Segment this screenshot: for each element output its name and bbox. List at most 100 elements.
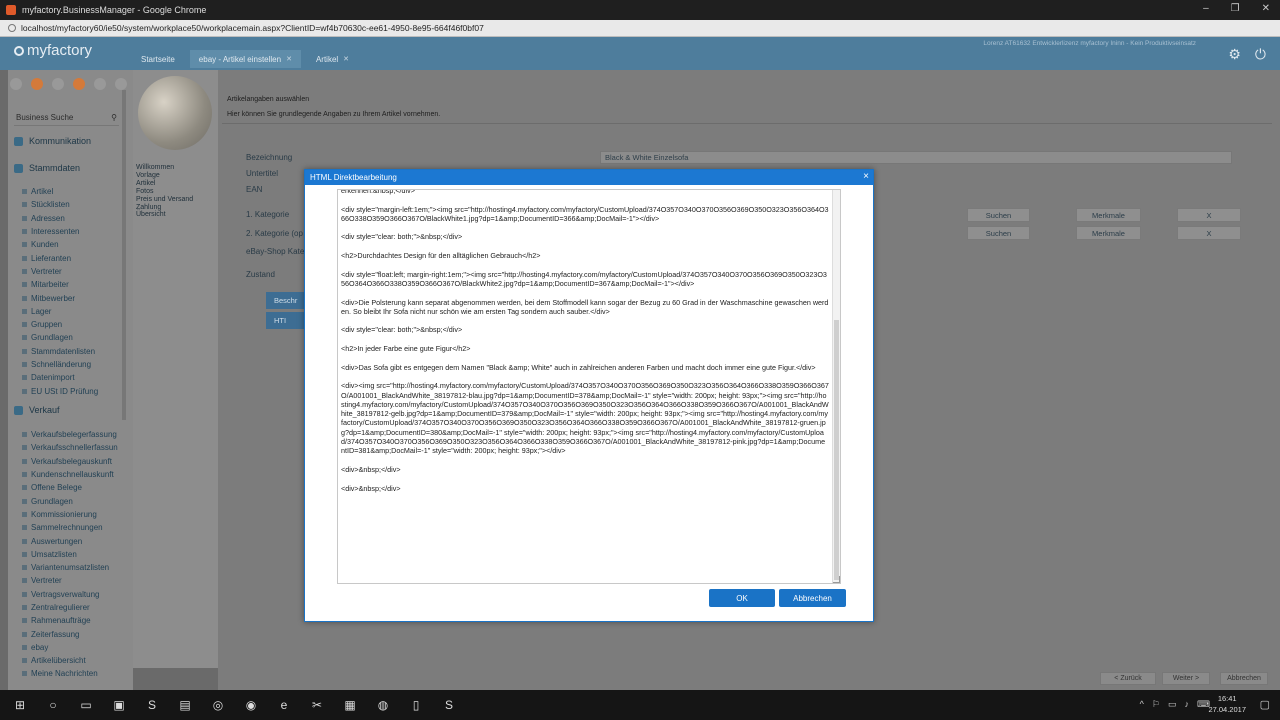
battery-icon[interactable]: ▭ bbox=[1168, 699, 1177, 710]
section-verkauf[interactable]: Verkauf bbox=[14, 405, 60, 415]
volume-icon[interactable]: ♪ bbox=[1185, 699, 1190, 710]
sidebar-item[interactable]: ebay bbox=[22, 641, 118, 654]
sidebar-item[interactable]: Schnelländerung bbox=[22, 358, 98, 371]
ok-button[interactable]: OK bbox=[709, 589, 775, 607]
editor-scrollbar[interactable] bbox=[832, 190, 840, 583]
html-source-textarea[interactable]: erkennen.&nbsp;</div> <div style="margin-… bbox=[337, 189, 841, 584]
maximize-icon[interactable]: ❐ bbox=[1231, 3, 1240, 14]
sidebar-item[interactable]: Artikel bbox=[22, 185, 98, 198]
url-text[interactable]: localhost/myfactory60/ie50/system/workpl… bbox=[21, 23, 484, 33]
sidebar-item[interactable]: Stücklisten bbox=[22, 198, 98, 211]
sidebar-item[interactable]: Kundenschnellauskunft bbox=[22, 468, 118, 481]
remove-button-1[interactable]: X bbox=[1177, 208, 1241, 222]
firefox-icon[interactable]: ◉ bbox=[241, 696, 261, 714]
sidebar-item[interactable]: Datenimport bbox=[22, 371, 98, 384]
sidebar-item[interactable]: Rahmenaufträge bbox=[22, 614, 118, 627]
wizard-step[interactable]: Vorlage bbox=[136, 172, 193, 180]
app-logo[interactable]: myfactory bbox=[14, 42, 92, 59]
html-source-content[interactable]: erkennen.&nbsp;</div> <div style="margin-… bbox=[341, 190, 829, 502]
store-icon[interactable]: ▣ bbox=[109, 696, 129, 714]
wizard-step[interactable]: Preis und Versand bbox=[136, 196, 193, 204]
notification-icon[interactable] bbox=[31, 78, 43, 90]
page-info-icon[interactable] bbox=[8, 24, 16, 32]
app-icon[interactable]: ◍ bbox=[373, 696, 393, 714]
beschreibung-button[interactable]: Beschr bbox=[266, 292, 308, 309]
suchen-button-1[interactable]: Suchen bbox=[967, 208, 1030, 222]
sidebar-item[interactable]: Artikelübersicht bbox=[22, 654, 118, 667]
sidebar-item[interactable]: Meine Nachrichten bbox=[22, 667, 118, 680]
sidebar-item[interactable]: Sammelrechnungen bbox=[22, 521, 118, 534]
skype-icon[interactable]: S bbox=[142, 696, 162, 714]
bezeichnung-input[interactable]: Black & White Einzelsofa bbox=[600, 151, 1232, 164]
chevron-up-icon[interactable]: ^ bbox=[1140, 699, 1144, 710]
tab-startseite[interactable]: Startseite bbox=[132, 50, 184, 68]
tool-icon[interactable] bbox=[115, 78, 127, 90]
task-view-icon[interactable]: ▭ bbox=[76, 696, 96, 714]
wizard-step[interactable]: Übersicht bbox=[136, 211, 193, 219]
sidebar-item[interactable]: Kommissionierung bbox=[22, 508, 118, 521]
app-icon[interactable]: ▦ bbox=[340, 696, 360, 714]
merkmale-button-2[interactable]: Merkmale bbox=[1076, 226, 1141, 240]
sidebar-scrollbar[interactable] bbox=[122, 90, 126, 420]
tool-icon[interactable]: ✂ bbox=[307, 696, 327, 714]
business-search[interactable]: Business Suche ⚲ bbox=[14, 110, 119, 126]
explorer-icon[interactable]: ▤ bbox=[175, 696, 195, 714]
sidebar-item[interactable]: Stammdatenlisten bbox=[22, 345, 98, 358]
section-kommunikation[interactable]: Kommunikation bbox=[14, 136, 91, 146]
tool-icon[interactable] bbox=[52, 78, 64, 90]
address-bar[interactable]: localhost/myfactory60/ie50/system/workpl… bbox=[0, 20, 1280, 37]
tab-artikel[interactable]: Artikel ✕ bbox=[307, 50, 358, 68]
edge-icon[interactable]: e bbox=[274, 696, 294, 714]
wizard-step[interactable]: Fotos bbox=[136, 188, 193, 196]
wizard-step[interactable]: Willkommen bbox=[136, 164, 193, 172]
sidebar-item[interactable]: Umsatzlisten bbox=[22, 548, 118, 561]
sidebar-item[interactable]: Zentralregulierer bbox=[22, 601, 118, 614]
skype-business-icon[interactable]: S bbox=[439, 696, 459, 714]
remove-button-2[interactable]: X bbox=[1177, 226, 1241, 240]
sidebar-item[interactable]: Mitarbeiter bbox=[22, 278, 98, 291]
search-icon[interactable]: ⚲ bbox=[111, 113, 117, 122]
tab-close-icon[interactable]: ✕ bbox=[343, 55, 349, 63]
windows-start-icon[interactable]: ⊞ bbox=[10, 696, 30, 714]
tool-icon[interactable] bbox=[10, 78, 22, 90]
clock[interactable]: 16:41 27.04.2017 bbox=[1208, 693, 1246, 715]
close-window-icon[interactable]: ✕ bbox=[1262, 3, 1270, 14]
tab-ebay-artikel-einstellen[interactable]: ebay - Artikel einstellen ✕ bbox=[189, 50, 301, 68]
weiter-button[interactable]: Weiter > bbox=[1162, 672, 1210, 685]
sidebar-item[interactable]: Auswertungen bbox=[22, 534, 118, 547]
suchen-button-2[interactable]: Suchen bbox=[967, 226, 1030, 240]
sidebar-item[interactable]: Lieferanten bbox=[22, 251, 98, 264]
sidebar-item[interactable]: Vertragsverwaltung bbox=[22, 588, 118, 601]
sidebar-item[interactable]: Mitbewerber bbox=[22, 291, 98, 304]
cancel-button[interactable]: Abbrechen bbox=[779, 589, 846, 607]
network-icon[interactable]: ⚐ bbox=[1152, 699, 1160, 710]
sidebar-item[interactable]: Offene Belege bbox=[22, 481, 118, 494]
sidebar-item[interactable]: Lager bbox=[22, 305, 98, 318]
zurueck-button[interactable]: < Zurück bbox=[1100, 672, 1156, 685]
sidebar-item[interactable]: Verkaufsbelegauskunft bbox=[22, 455, 118, 468]
tab-close-icon[interactable]: ✕ bbox=[286, 55, 292, 63]
sidebar-item[interactable]: Verkaufsbelegerfassung bbox=[22, 428, 118, 441]
sidebar-item[interactable]: Grundlagen bbox=[22, 494, 118, 507]
scrollbar-thumb[interactable] bbox=[834, 320, 839, 580]
sidebar-item[interactable]: Grundlagen bbox=[22, 331, 98, 344]
resize-handle[interactable] bbox=[833, 576, 840, 583]
dialog-close-icon[interactable]: × bbox=[863, 171, 869, 182]
section-stammdaten[interactable]: Stammdaten bbox=[14, 163, 80, 173]
sidebar-item[interactable]: Kunden bbox=[22, 238, 98, 251]
minimize-icon[interactable]: – bbox=[1203, 3, 1209, 14]
sidebar-item[interactable]: Adressen bbox=[22, 212, 98, 225]
app-icon[interactable]: ▯ bbox=[406, 696, 426, 714]
html-button[interactable]: HTI bbox=[266, 312, 308, 329]
notification-center-icon[interactable]: ▢ bbox=[1260, 698, 1270, 711]
gear-icon[interactable]: ⚙ bbox=[1228, 46, 1241, 63]
sidebar-item[interactable]: Gruppen bbox=[22, 318, 98, 331]
wizard-step[interactable]: Artikel bbox=[136, 180, 193, 188]
sidebar-item[interactable]: Zeiterfassung bbox=[22, 627, 118, 640]
sidebar-item[interactable]: Vertreter bbox=[22, 574, 118, 587]
merkmale-button-1[interactable]: Merkmale bbox=[1076, 208, 1141, 222]
sidebar-item[interactable]: EU USt ID Prüfung bbox=[22, 384, 98, 397]
tool-icon[interactable] bbox=[94, 78, 106, 90]
sidebar-item[interactable]: Vertreter bbox=[22, 265, 98, 278]
sidebar-item[interactable]: Verkaufsschnellerfassun bbox=[22, 441, 118, 454]
